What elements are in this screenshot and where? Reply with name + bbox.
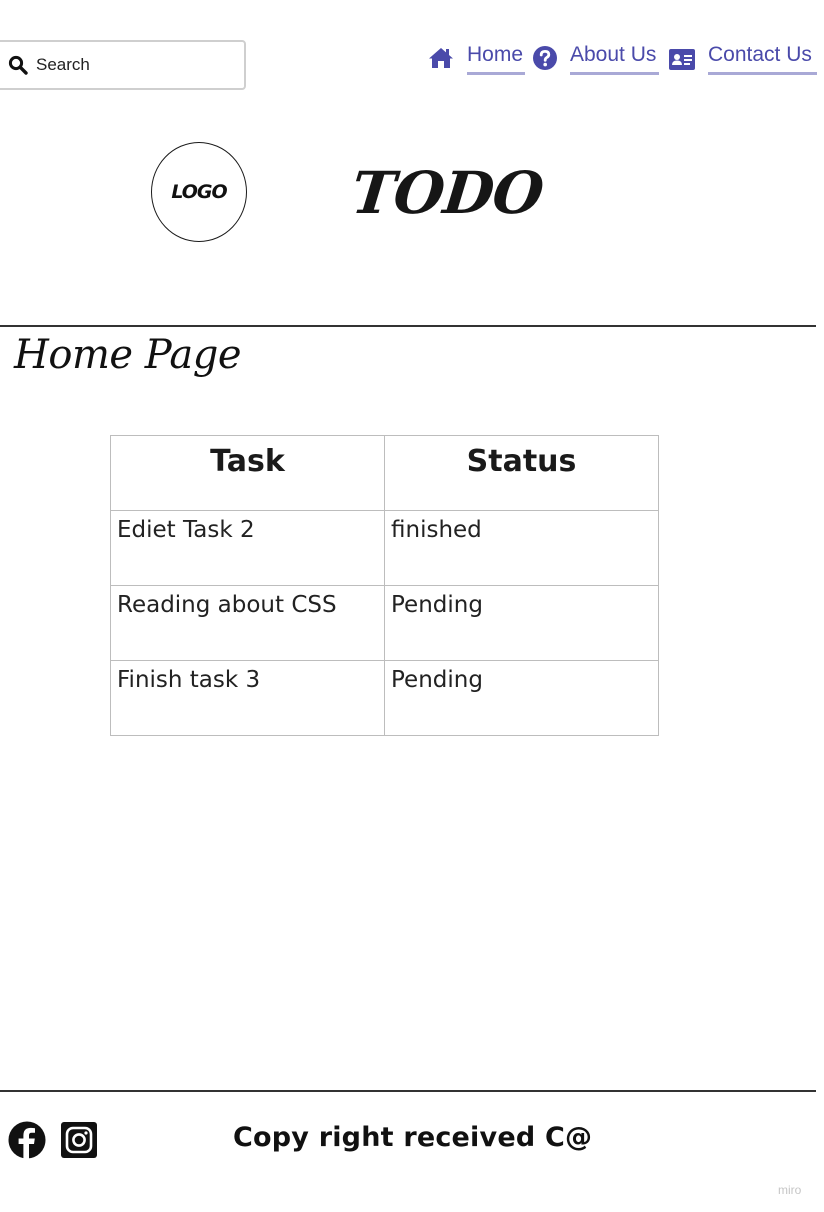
status-cell: Pending [384,660,659,736]
question-circle-icon [533,46,557,70]
top-nav: Home About Us Contact Us [0,40,824,80]
nav-underline [570,72,659,75]
task-cell: Finish task 3 [110,660,385,736]
table-row[interactable]: Finish task 3 Pending [110,660,659,736]
task-table: Task Status Ediet Task 2 finished Readin… [110,435,659,736]
copyright-text: Copy right received C@ [233,1122,593,1153]
nav-underline [708,72,817,75]
table-row[interactable]: Ediet Task 2 finished [110,510,659,586]
watermark: miro [778,1183,802,1197]
table-header-row: Task Status [110,435,659,511]
instagram-icon[interactable] [61,1122,97,1158]
facebook-icon[interactable] [8,1120,46,1160]
brand-title: TODO [348,159,547,227]
nav-link-home[interactable]: Home [467,42,523,68]
id-card-icon [669,49,695,70]
logo[interactable]: LOGO [151,142,247,242]
nav-link-about[interactable]: About Us [570,42,656,68]
logo-text: LOGO [171,181,227,203]
header-divider [0,325,816,327]
column-header-task: Task [110,435,385,511]
page-title: Home Page [14,332,242,378]
home-icon [429,48,453,68]
footer-divider [0,1090,816,1092]
nav-underline [467,72,525,75]
task-cell: Reading about CSS [110,585,385,661]
status-cell: finished [384,510,659,586]
status-cell: Pending [384,585,659,661]
column-header-status: Status [384,435,659,511]
task-cell: Ediet Task 2 [110,510,385,586]
table-row[interactable]: Reading about CSS Pending [110,585,659,661]
nav-link-contact[interactable]: Contact Us [708,42,812,68]
